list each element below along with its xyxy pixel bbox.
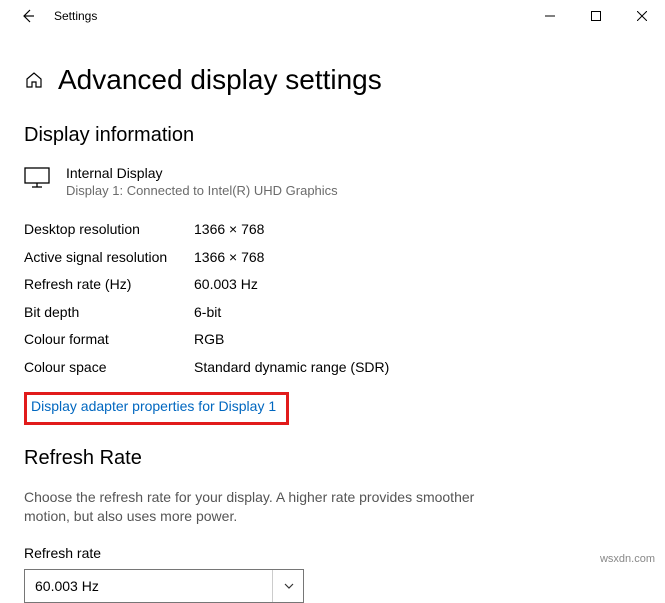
info-label: Desktop resolution (24, 220, 194, 240)
info-value: 6-bit (194, 303, 221, 323)
info-value: 60.003 Hz (194, 275, 258, 295)
refresh-rate-dropdown[interactable]: 60.003 Hz (24, 569, 304, 603)
page-title: Advanced display settings (58, 64, 382, 96)
info-row: Active signal resolution 1366 × 768 (24, 244, 641, 272)
back-button[interactable] (8, 0, 48, 32)
home-icon[interactable] (24, 70, 44, 90)
back-arrow-icon (20, 8, 36, 24)
info-label: Colour format (24, 330, 194, 350)
info-value: Standard dynamic range (SDR) (194, 358, 389, 378)
refresh-rate-selected: 60.003 Hz (35, 578, 99, 594)
display-summary-text: Internal Display Display 1: Connected to… (66, 165, 338, 198)
info-row: Bit depth 6-bit (24, 299, 641, 327)
info-value: RGB (194, 330, 224, 350)
display-info-heading: Display information (24, 124, 641, 147)
info-row: Colour format RGB (24, 326, 641, 354)
window-controls (527, 0, 665, 32)
monitor-icon (24, 167, 50, 189)
info-row: Refresh rate (Hz) 60.003 Hz (24, 271, 641, 299)
page-header: Advanced display settings (24, 64, 641, 96)
info-row: Desktop resolution 1366 × 768 (24, 216, 641, 244)
titlebar: Settings (0, 0, 665, 32)
refresh-rate-description: Choose the refresh rate for your display… (24, 488, 484, 527)
display-summary: Internal Display Display 1: Connected to… (24, 165, 641, 198)
watermark: wsxdn.com (600, 553, 655, 565)
info-value: 1366 × 768 (194, 248, 264, 268)
info-label: Colour space (24, 358, 194, 378)
refresh-rate-label: Refresh rate (24, 545, 641, 561)
display-info-rows: Desktop resolution 1366 × 768 Active sig… (24, 216, 641, 382)
display-subtitle: Display 1: Connected to Intel(R) UHD Gra… (66, 183, 338, 198)
minimize-button[interactable] (527, 0, 573, 32)
info-label: Active signal resolution (24, 248, 194, 268)
info-label: Bit depth (24, 303, 194, 323)
display-name: Internal Display (66, 165, 338, 181)
close-button[interactable] (619, 0, 665, 32)
chevron-down-icon (272, 570, 295, 602)
close-icon (637, 11, 647, 21)
refresh-rate-heading: Refresh Rate (24, 447, 641, 470)
display-adapter-link[interactable]: Display adapter properties for Display 1 (31, 398, 276, 414)
content-area: Advanced display settings Display inform… (0, 32, 665, 603)
info-label: Refresh rate (Hz) (24, 275, 194, 295)
info-row: Colour space Standard dynamic range (SDR… (24, 354, 641, 382)
highlight-box: Display adapter properties for Display 1 (24, 392, 289, 425)
window-title: Settings (54, 9, 97, 23)
maximize-icon (591, 11, 601, 21)
minimize-icon (545, 11, 555, 21)
info-value: 1366 × 768 (194, 220, 264, 240)
maximize-button[interactable] (573, 0, 619, 32)
